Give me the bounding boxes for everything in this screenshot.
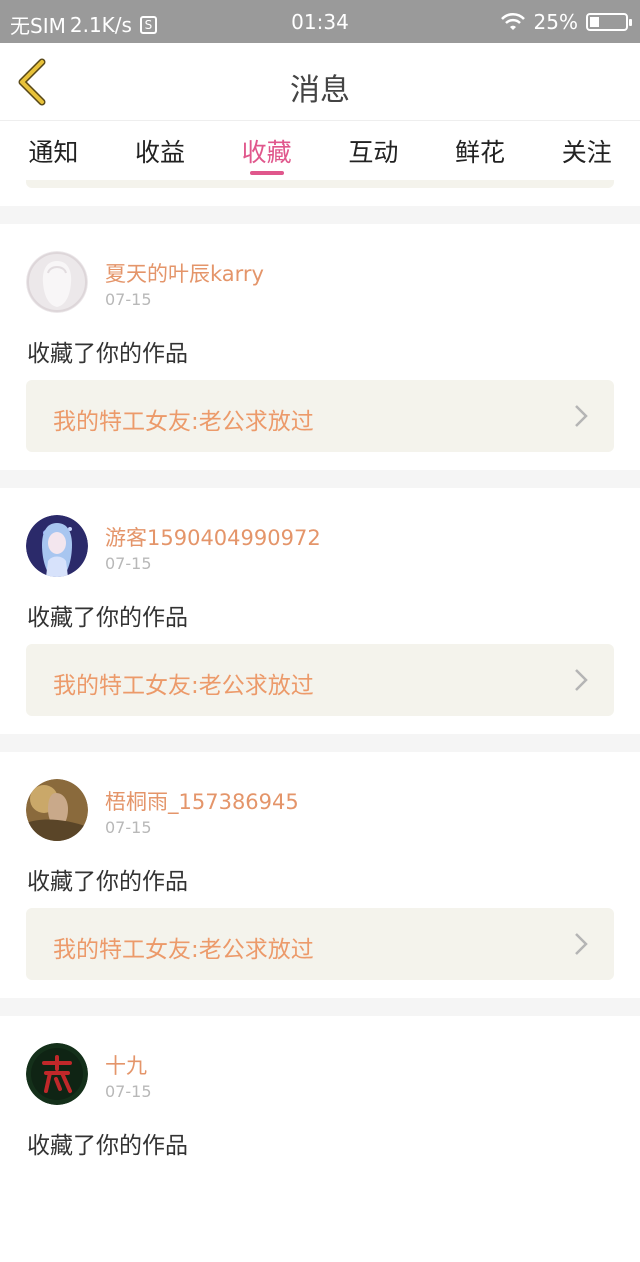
divider [0,998,640,1016]
tab-follows[interactable]: 关注 [533,121,640,185]
action-text: 收藏了你的作品 [27,869,188,895]
message-card: 夏天的叶辰karry 07-15 收藏了你的作品 我的特工女友:老公求放过 [0,224,640,470]
status-right: 25% [500,10,632,34]
avatar[interactable] [26,779,88,841]
username[interactable]: 梧桐雨_157386945 [105,786,299,816]
username[interactable]: 夏天的叶辰karry [105,258,264,288]
divider [0,734,640,752]
status-bar: 无SIM 2.1K/s S 01:34 25% [0,0,640,43]
work-link[interactable]: 我的特工女友:老公求放过 [26,908,614,980]
divider [0,470,640,488]
username[interactable]: 游客1590404990972 [105,522,321,552]
work-link[interactable]: 我的特工女友:老公求放过 [26,380,614,452]
action-text: 收藏了你的作品 [27,1133,188,1159]
tab-bar: 通知 收益 收藏 互动 鲜花 关注 [0,121,640,185]
message-card: 梧桐雨_157386945 07-15 收藏了你的作品 我的特工女友:老公求放过 [0,752,640,998]
work-title: 我的特工女友:老公求放过 [53,937,314,963]
battery-icon [586,13,632,31]
message-date: 07-15 [105,818,152,837]
previous-work-link-edge [26,180,614,188]
tab-favorites[interactable]: 收藏 [213,121,320,185]
tab-notifications[interactable]: 通知 [0,121,107,185]
chevron-right-icon [575,669,588,691]
battery-fill [590,17,599,27]
tab-interactions[interactable]: 互动 [320,121,427,185]
message-card: 游客1590404990972 07-15 收藏了你的作品 我的特工女友:老公求… [0,488,640,734]
avatar[interactable] [26,251,88,313]
work-title: 我的特工女友:老公求放过 [53,673,314,699]
page-title: 消息 [290,73,350,108]
chevron-right-icon [575,405,588,427]
message-date: 07-15 [105,290,152,309]
wifi-icon [500,12,525,30]
username[interactable]: 十九 [105,1050,147,1080]
work-link[interactable]: 我的特工女友:老公求放过 [26,644,614,716]
message-card: 十九 07-15 收藏了你的作品 [0,1016,640,1262]
message-date: 07-15 [105,554,152,573]
work-title: 我的特工女友:老公求放过 [53,409,314,435]
avatar[interactable] [26,515,88,577]
message-date: 07-15 [105,1082,152,1101]
chevron-right-icon [575,933,588,955]
nav-bar: 消息 [0,43,640,121]
tab-earnings[interactable]: 收益 [107,121,214,185]
action-text: 收藏了你的作品 [27,605,188,631]
tab-flowers[interactable]: 鲜花 [427,121,534,185]
battery-percent: 25% [533,10,578,34]
avatar[interactable] [26,1043,88,1105]
action-text: 收藏了你的作品 [27,341,188,367]
divider [0,206,640,224]
